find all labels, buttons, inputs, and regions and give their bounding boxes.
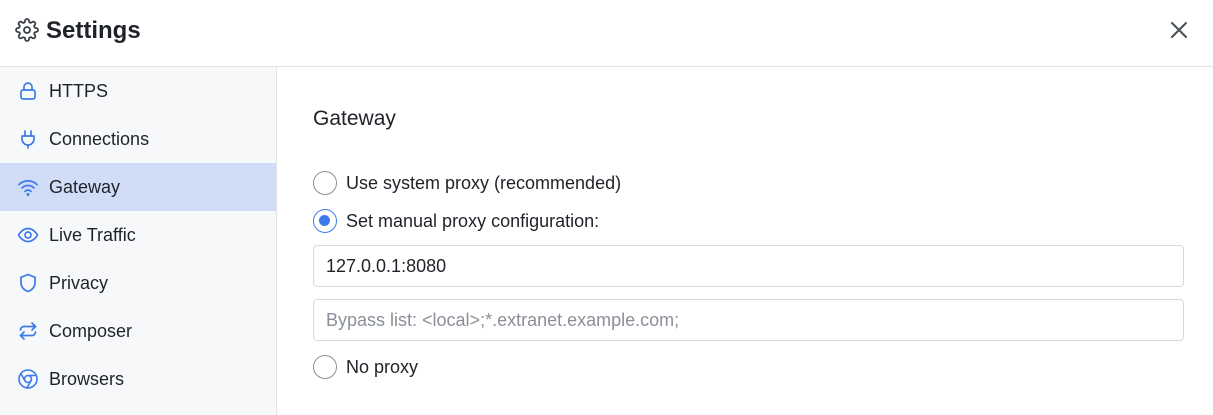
lock-icon <box>20 82 36 100</box>
no-proxy-label: No proxy <box>346 357 419 377</box>
plug-icon <box>21 130 35 149</box>
manual-proxy-radio[interactable] <box>313 209 337 233</box>
eye-icon <box>17 227 39 243</box>
bypass-list-input[interactable] <box>313 299 1184 341</box>
section-title: Gateway <box>313 107 396 130</box>
sidebar-item-connections[interactable]: Connections <box>0 115 276 163</box>
settings-sidebar: HTTPS Connections Gateway Live Traffic P… <box>0 67 277 415</box>
sidebar-item-composer[interactable]: Composer <box>0 307 276 355</box>
no-proxy-radio[interactable] <box>313 355 337 379</box>
proxy-address-input[interactable] <box>313 245 1184 287</box>
dialog-title: Settings <box>46 17 141 44</box>
sidebar-item-live-traffic[interactable]: Live Traffic <box>0 211 276 259</box>
wifi-icon <box>18 180 38 196</box>
sidebar-item-label: Browsers <box>49 369 125 389</box>
sidebar-item-gateway[interactable]: Gateway <box>0 163 276 211</box>
system-proxy-radio[interactable] <box>313 171 337 195</box>
settings-content: Gateway Use system proxy (recommended) S… <box>277 67 1213 415</box>
sidebar-item-label: Connections <box>49 129 150 149</box>
sidebar-item-label: Gateway <box>49 177 121 197</box>
sidebar-item-browsers[interactable]: Browsers <box>0 355 276 403</box>
close-icon[interactable] <box>1166 17 1192 43</box>
gear-icon <box>15 18 39 42</box>
sidebar-item-label: Composer <box>49 321 133 341</box>
sidebar-item-label: HTTPS <box>49 81 109 101</box>
shield-icon <box>20 273 36 293</box>
arrows-swap-icon <box>19 322 37 340</box>
sidebar-item-privacy[interactable]: Privacy <box>0 259 276 307</box>
dialog-header: Settings <box>0 0 1213 67</box>
manual-proxy-label: Set manual proxy configuration: <box>346 211 600 231</box>
sidebar-item-label: Live Traffic <box>49 225 136 245</box>
chrome-icon <box>18 369 38 389</box>
sidebar-item-https[interactable]: HTTPS <box>0 67 276 115</box>
sidebar-item-label: Privacy <box>49 273 109 293</box>
system-proxy-label: Use system proxy (recommended) <box>346 173 622 193</box>
